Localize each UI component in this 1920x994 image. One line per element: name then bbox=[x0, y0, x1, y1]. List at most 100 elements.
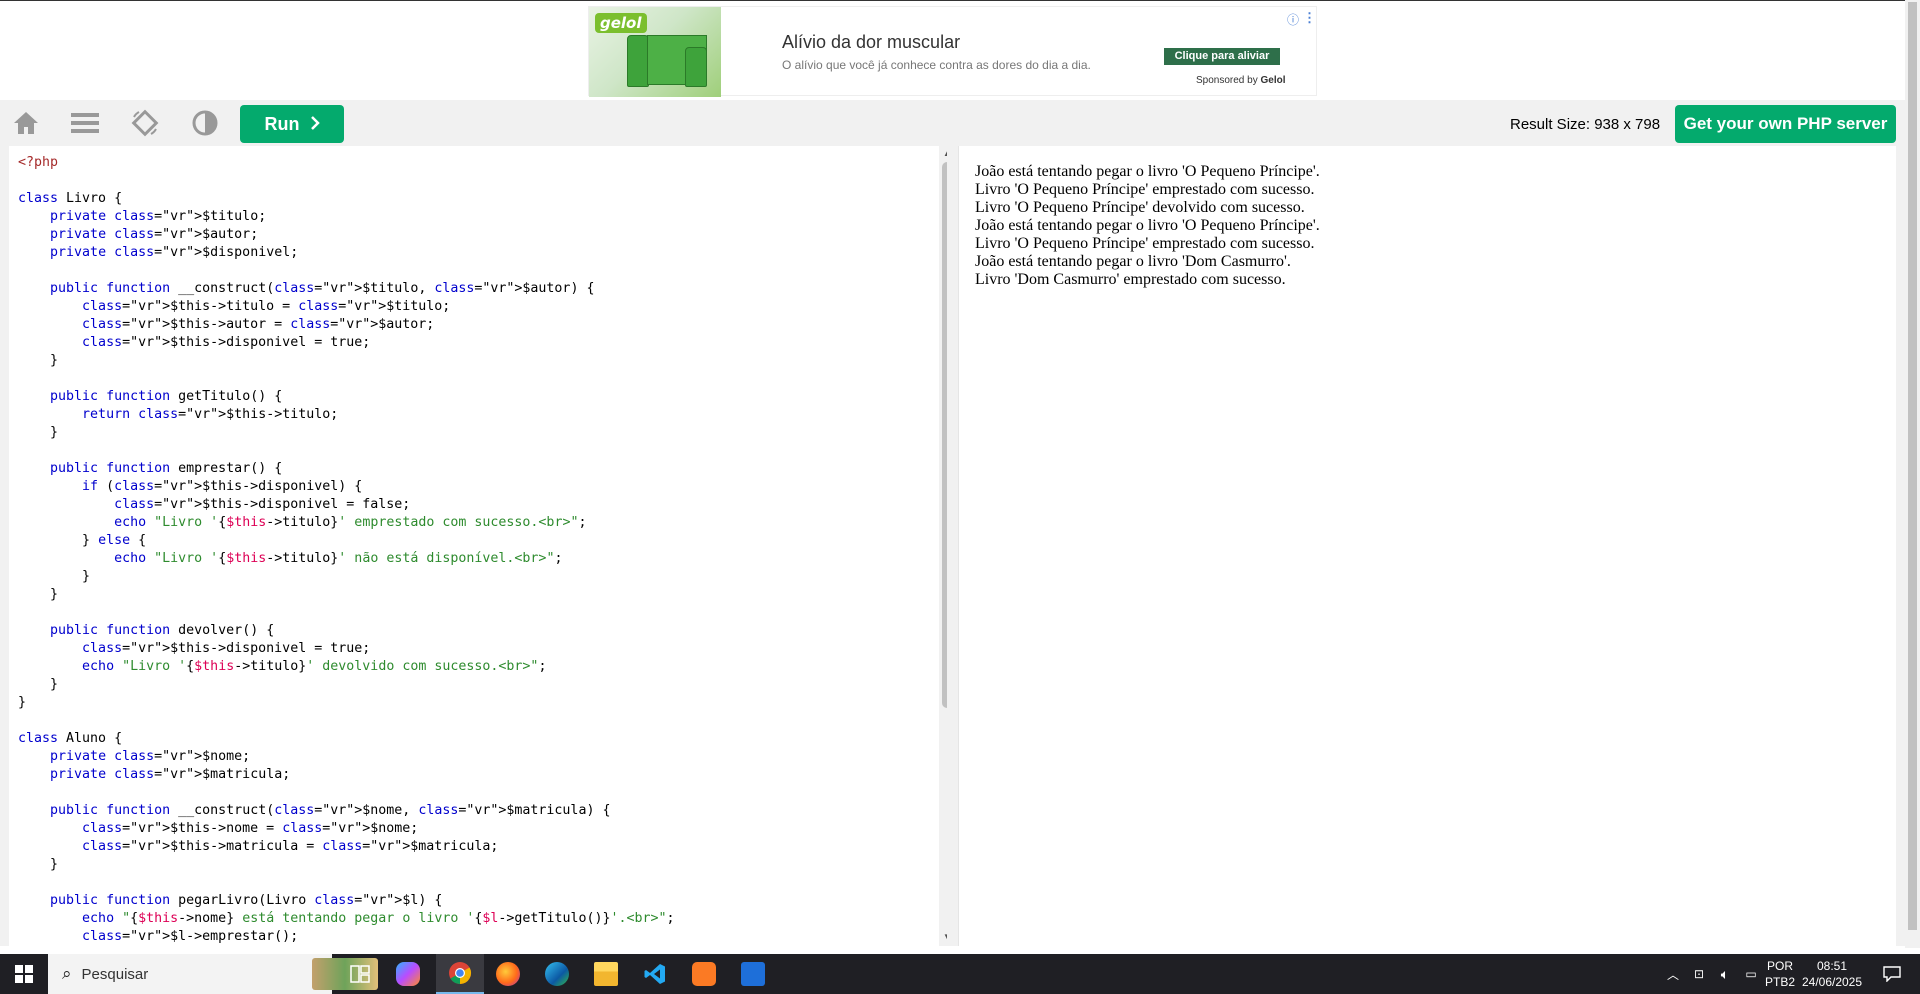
result-line: João está tentando pegar o livro 'Dom Ca… bbox=[975, 253, 1291, 270]
ad-product-tube bbox=[627, 35, 649, 87]
code-line[interactable]: public function pegarLivro(Livro class="… bbox=[18, 892, 675, 910]
editor-scroll-thumb[interactable] bbox=[942, 162, 947, 708]
result-output: João está tentando pegar o livro 'O Pequ… bbox=[975, 163, 1320, 289]
clock[interactable]: 08:51 24/06/2025 bbox=[1800, 958, 1864, 990]
code-line[interactable]: class="vr">$this->titulo = class="vr">$t… bbox=[18, 298, 675, 316]
ad-sponsored-prefix: Sponsored by bbox=[1196, 75, 1258, 86]
code-line[interactable]: private class="vr">$autor; bbox=[18, 226, 675, 244]
code-line[interactable]: class Livro { bbox=[18, 190, 675, 208]
code-line[interactable]: private class="vr">$disponivel; bbox=[18, 244, 675, 262]
document-app-icon[interactable] bbox=[729, 954, 777, 994]
code-line[interactable]: class="vr">$l->emprestar(); bbox=[18, 928, 675, 946]
chrome-icon[interactable] bbox=[436, 954, 484, 994]
ad-title[interactable]: Alívio da dor muscular bbox=[782, 32, 960, 53]
volume-icon[interactable]: 🔈︎ bbox=[1712, 954, 1738, 994]
page-scrollbar[interactable] bbox=[1905, 0, 1920, 948]
code-line[interactable]: public function devolver() { bbox=[18, 622, 675, 640]
language-indicator[interactable]: POR PTB2 bbox=[1763, 958, 1797, 990]
home-icon[interactable] bbox=[9, 108, 43, 138]
result-size-label: Result Size: 938 x 798 bbox=[1510, 116, 1661, 133]
search-icon: ⌕ bbox=[62, 964, 72, 983]
ad-banner[interactable]: gelol Alívio da dor muscular O alívio qu… bbox=[588, 6, 1317, 97]
network-device-icon[interactable]: ⊡ bbox=[1686, 954, 1712, 994]
run-button-label: Run bbox=[264, 113, 300, 134]
page-scroll-thumb[interactable] bbox=[1908, 2, 1917, 930]
contrast-icon[interactable] bbox=[188, 108, 222, 138]
code-line[interactable]: public function __construct(class="vr">$… bbox=[18, 802, 675, 820]
taskbar-search[interactable]: ⌕ Pesquisar bbox=[48, 954, 378, 994]
ad-brand-logo: gelol bbox=[595, 13, 647, 33]
chevron-up-icon[interactable]: ︿ bbox=[1660, 954, 1686, 994]
vscode-icon[interactable] bbox=[631, 954, 679, 994]
scroll-down-icon[interactable]: ▼ bbox=[942, 932, 947, 942]
code-editor[interactable]: <?php class Livro { private class="vr">$t… bbox=[9, 146, 947, 946]
code-line[interactable]: } else { bbox=[18, 532, 675, 550]
code-line[interactable]: public function emprestar() { bbox=[18, 460, 675, 478]
code-line[interactable]: class="vr">$this->nome = class="vr">$nom… bbox=[18, 820, 675, 838]
info-icon[interactable]: ⓘ bbox=[1287, 11, 1299, 28]
code-line[interactable]: class="vr">$this->autor = class="vr">$au… bbox=[18, 316, 675, 334]
code-line[interactable]: <?php bbox=[18, 154, 675, 172]
ad-cta-button[interactable]: Clique para aliviar bbox=[1164, 48, 1280, 65]
code-line[interactable]: class="vr">$this->matricula = class="vr"… bbox=[18, 838, 675, 856]
code-line[interactable]: public function __construct(class="vr">$… bbox=[18, 280, 675, 298]
xampp-icon[interactable] bbox=[680, 954, 728, 994]
code-line[interactable] bbox=[18, 172, 675, 190]
code-line[interactable]: } bbox=[18, 424, 675, 442]
more-vertical-icon[interactable]: ⋮ bbox=[1303, 10, 1316, 26]
code-line[interactable]: class="vr">$this->disponivel = true; bbox=[18, 640, 675, 658]
rotate-orientation-icon[interactable] bbox=[128, 108, 162, 138]
result-frame: João está tentando pegar o livro 'O Pequ… bbox=[958, 146, 1896, 946]
code-line[interactable]: echo "{$this->nome} está tentando pegar … bbox=[18, 910, 675, 928]
code-line[interactable]: private class="vr">$matricula; bbox=[18, 766, 675, 784]
code-line[interactable]: public function getTitulo() { bbox=[18, 388, 675, 406]
code-line[interactable]: echo "Livro '{$this->titulo}' emprestado… bbox=[18, 514, 675, 532]
code-content[interactable]: <?php class Livro { private class="vr">$t… bbox=[18, 154, 675, 946]
language-code: POR bbox=[1766, 959, 1793, 973]
code-line[interactable]: if (class="vr">$this->disponivel) { bbox=[18, 478, 675, 496]
code-line[interactable]: } bbox=[18, 586, 675, 604]
code-line[interactable] bbox=[18, 784, 675, 802]
code-line[interactable]: } bbox=[18, 856, 675, 874]
code-line[interactable]: } bbox=[18, 676, 675, 694]
code-line[interactable]: } bbox=[18, 352, 675, 370]
result-line: Livro 'O Pequeno Príncipe' emprestado co… bbox=[975, 235, 1315, 252]
run-button[interactable]: Run bbox=[240, 105, 344, 143]
result-line: João está tentando pegar o livro 'O Pequ… bbox=[975, 163, 1320, 180]
code-line[interactable] bbox=[18, 262, 675, 280]
task-view-icon[interactable] bbox=[336, 954, 384, 994]
firefox-icon[interactable] bbox=[484, 954, 532, 994]
code-line[interactable]: private class="vr">$titulo; bbox=[18, 208, 675, 226]
copilot-icon[interactable] bbox=[384, 954, 432, 994]
code-line[interactable]: echo "Livro '{$this->titulo}' não está d… bbox=[18, 550, 675, 568]
ad-product-image[interactable]: gelol bbox=[589, 7, 721, 97]
start-icon[interactable] bbox=[0, 954, 48, 994]
result-line: Livro 'O Pequeno Príncipe' devolvido com… bbox=[975, 199, 1305, 216]
edge-icon[interactable] bbox=[533, 954, 581, 994]
menu-icon[interactable] bbox=[68, 108, 102, 138]
display-icon[interactable]: ▭ bbox=[1738, 954, 1764, 994]
get-own-server-button[interactable]: Get your own PHP server bbox=[1675, 105, 1896, 143]
code-line[interactable] bbox=[18, 442, 675, 460]
code-line[interactable]: return class="vr">$this->titulo; bbox=[18, 406, 675, 424]
code-line[interactable]: class Aluno { bbox=[18, 730, 675, 748]
code-line[interactable]: } bbox=[18, 568, 675, 586]
code-line[interactable]: private class="vr">$nome; bbox=[18, 748, 675, 766]
code-line[interactable]: class="vr">$this->disponivel = true; bbox=[18, 334, 675, 352]
editor-scrollbar[interactable]: ▲ ▼ bbox=[939, 146, 947, 946]
result-line: João está tentando pegar o livro 'O Pequ… bbox=[975, 217, 1320, 234]
ad-sponsored-brand: Gelol bbox=[1260, 75, 1286, 86]
taskbar-search-placeholder: Pesquisar bbox=[81, 965, 149, 983]
result-line: Livro 'Dom Casmurro' emprestado com suce… bbox=[975, 271, 1286, 288]
code-line[interactable] bbox=[18, 874, 675, 892]
ad-subtitle: O alívio que você já conhece contra as d… bbox=[782, 58, 1091, 72]
code-line[interactable]: } bbox=[18, 694, 675, 712]
scroll-up-icon[interactable]: ▲ bbox=[942, 149, 947, 159]
code-line[interactable] bbox=[18, 604, 675, 622]
code-line[interactable] bbox=[18, 370, 675, 388]
code-line[interactable] bbox=[18, 712, 675, 730]
notifications-icon[interactable] bbox=[1872, 954, 1912, 994]
code-line[interactable]: echo "Livro '{$this->titulo}' devolvido … bbox=[18, 658, 675, 676]
file-explorer-icon[interactable] bbox=[582, 954, 630, 994]
code-line[interactable]: class="vr">$this->disponivel = false; bbox=[18, 496, 675, 514]
